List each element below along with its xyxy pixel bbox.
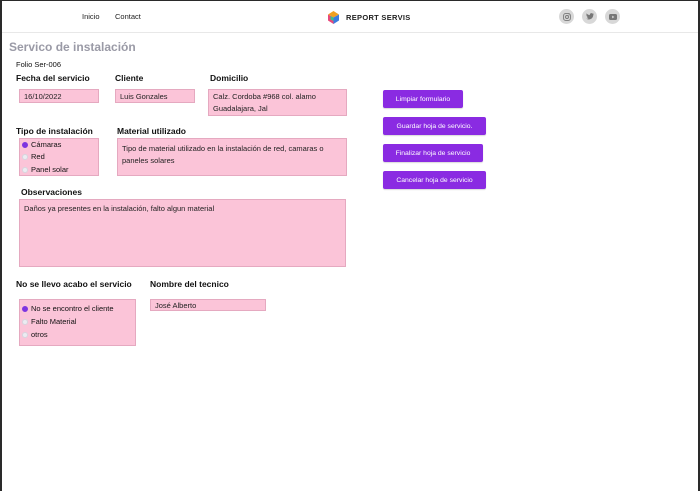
cliente-label: Cliente	[115, 73, 144, 83]
radio-no-cliente[interactable]: No se encontro el cliente	[22, 304, 114, 313]
radio-label: otros	[31, 330, 48, 339]
observaciones-label: Observaciones	[21, 187, 82, 197]
material-field[interactable]: Tipo de material utilizado en la instala…	[117, 138, 347, 176]
radio-dot	[22, 318, 28, 325]
youtube-icon[interactable]	[605, 9, 620, 24]
radio-label: Panel solar	[31, 165, 69, 174]
nav-link-contact[interactable]: Contact	[115, 12, 141, 21]
radio-falto-material[interactable]: Falto Material	[22, 317, 76, 326]
radio-dot	[22, 153, 28, 160]
radio-camaras[interactable]: Cámaras	[22, 140, 61, 149]
radio-dot	[22, 166, 28, 173]
no-servicio-group: No se encontro el cliente Falto Material…	[19, 299, 136, 346]
cancel-sheet-button[interactable]: Cancelar hoja de servicio	[383, 171, 486, 189]
brand[interactable]: REPORT SERVIS	[326, 9, 411, 25]
observaciones-field[interactable]: Daños ya presentes en la instalación, fa…	[19, 199, 346, 267]
radio-label: No se encontro el cliente	[31, 304, 114, 313]
domicilio-label: Domicilio	[210, 73, 249, 83]
radio-dot-checked	[22, 141, 28, 148]
tipo-instalacion-group: Cámaras Red Panel solar	[19, 138, 99, 176]
fecha-field[interactable]: 16/10/2022	[19, 89, 99, 103]
page-title: Servico de instalación	[9, 40, 136, 54]
radio-dot	[22, 331, 28, 338]
radio-otros[interactable]: otros	[22, 330, 48, 339]
radio-red[interactable]: Red	[22, 152, 45, 161]
radio-dot-checked	[22, 305, 28, 312]
folio-number: Folio Ser-006	[16, 60, 62, 69]
save-sheet-button[interactable]: Guardar hoja de servicio.	[383, 117, 486, 135]
radio-label: Red	[31, 152, 45, 161]
tipo-instalacion-label: Tipo de instalación	[16, 126, 93, 136]
fecha-label: Fecha del servicio	[16, 73, 90, 83]
twitter-icon[interactable]	[582, 9, 597, 24]
material-label: Material utilizado	[117, 126, 186, 136]
tecnico-field[interactable]: José Alberto	[150, 299, 266, 311]
brand-logo-icon	[326, 10, 341, 25]
instagram-icon[interactable]	[559, 9, 574, 24]
brand-name: REPORT SERVIS	[346, 12, 411, 22]
nav-link-inicio[interactable]: Inicio	[82, 12, 100, 21]
domicilio-field[interactable]: Calz. Cordoba #968 col. alamo Guadalajar…	[208, 89, 347, 116]
radio-label: Falto Material	[31, 317, 77, 326]
cliente-field[interactable]: Luis Gonzales	[115, 89, 195, 103]
finish-sheet-button[interactable]: Finalizar hoja de servicio	[383, 144, 483, 162]
tecnico-label: Nombre del tecnico	[150, 279, 229, 289]
radio-label: Cámaras	[31, 140, 62, 149]
clear-form-button[interactable]: Limpiar formulario	[383, 90, 463, 108]
no-servicio-label: No se llevo acabo el servicio	[16, 279, 132, 289]
top-navbar: Inicio Contact REPORT SERVIS	[2, 1, 698, 33]
radio-panel-solar[interactable]: Panel solar	[22, 165, 69, 174]
